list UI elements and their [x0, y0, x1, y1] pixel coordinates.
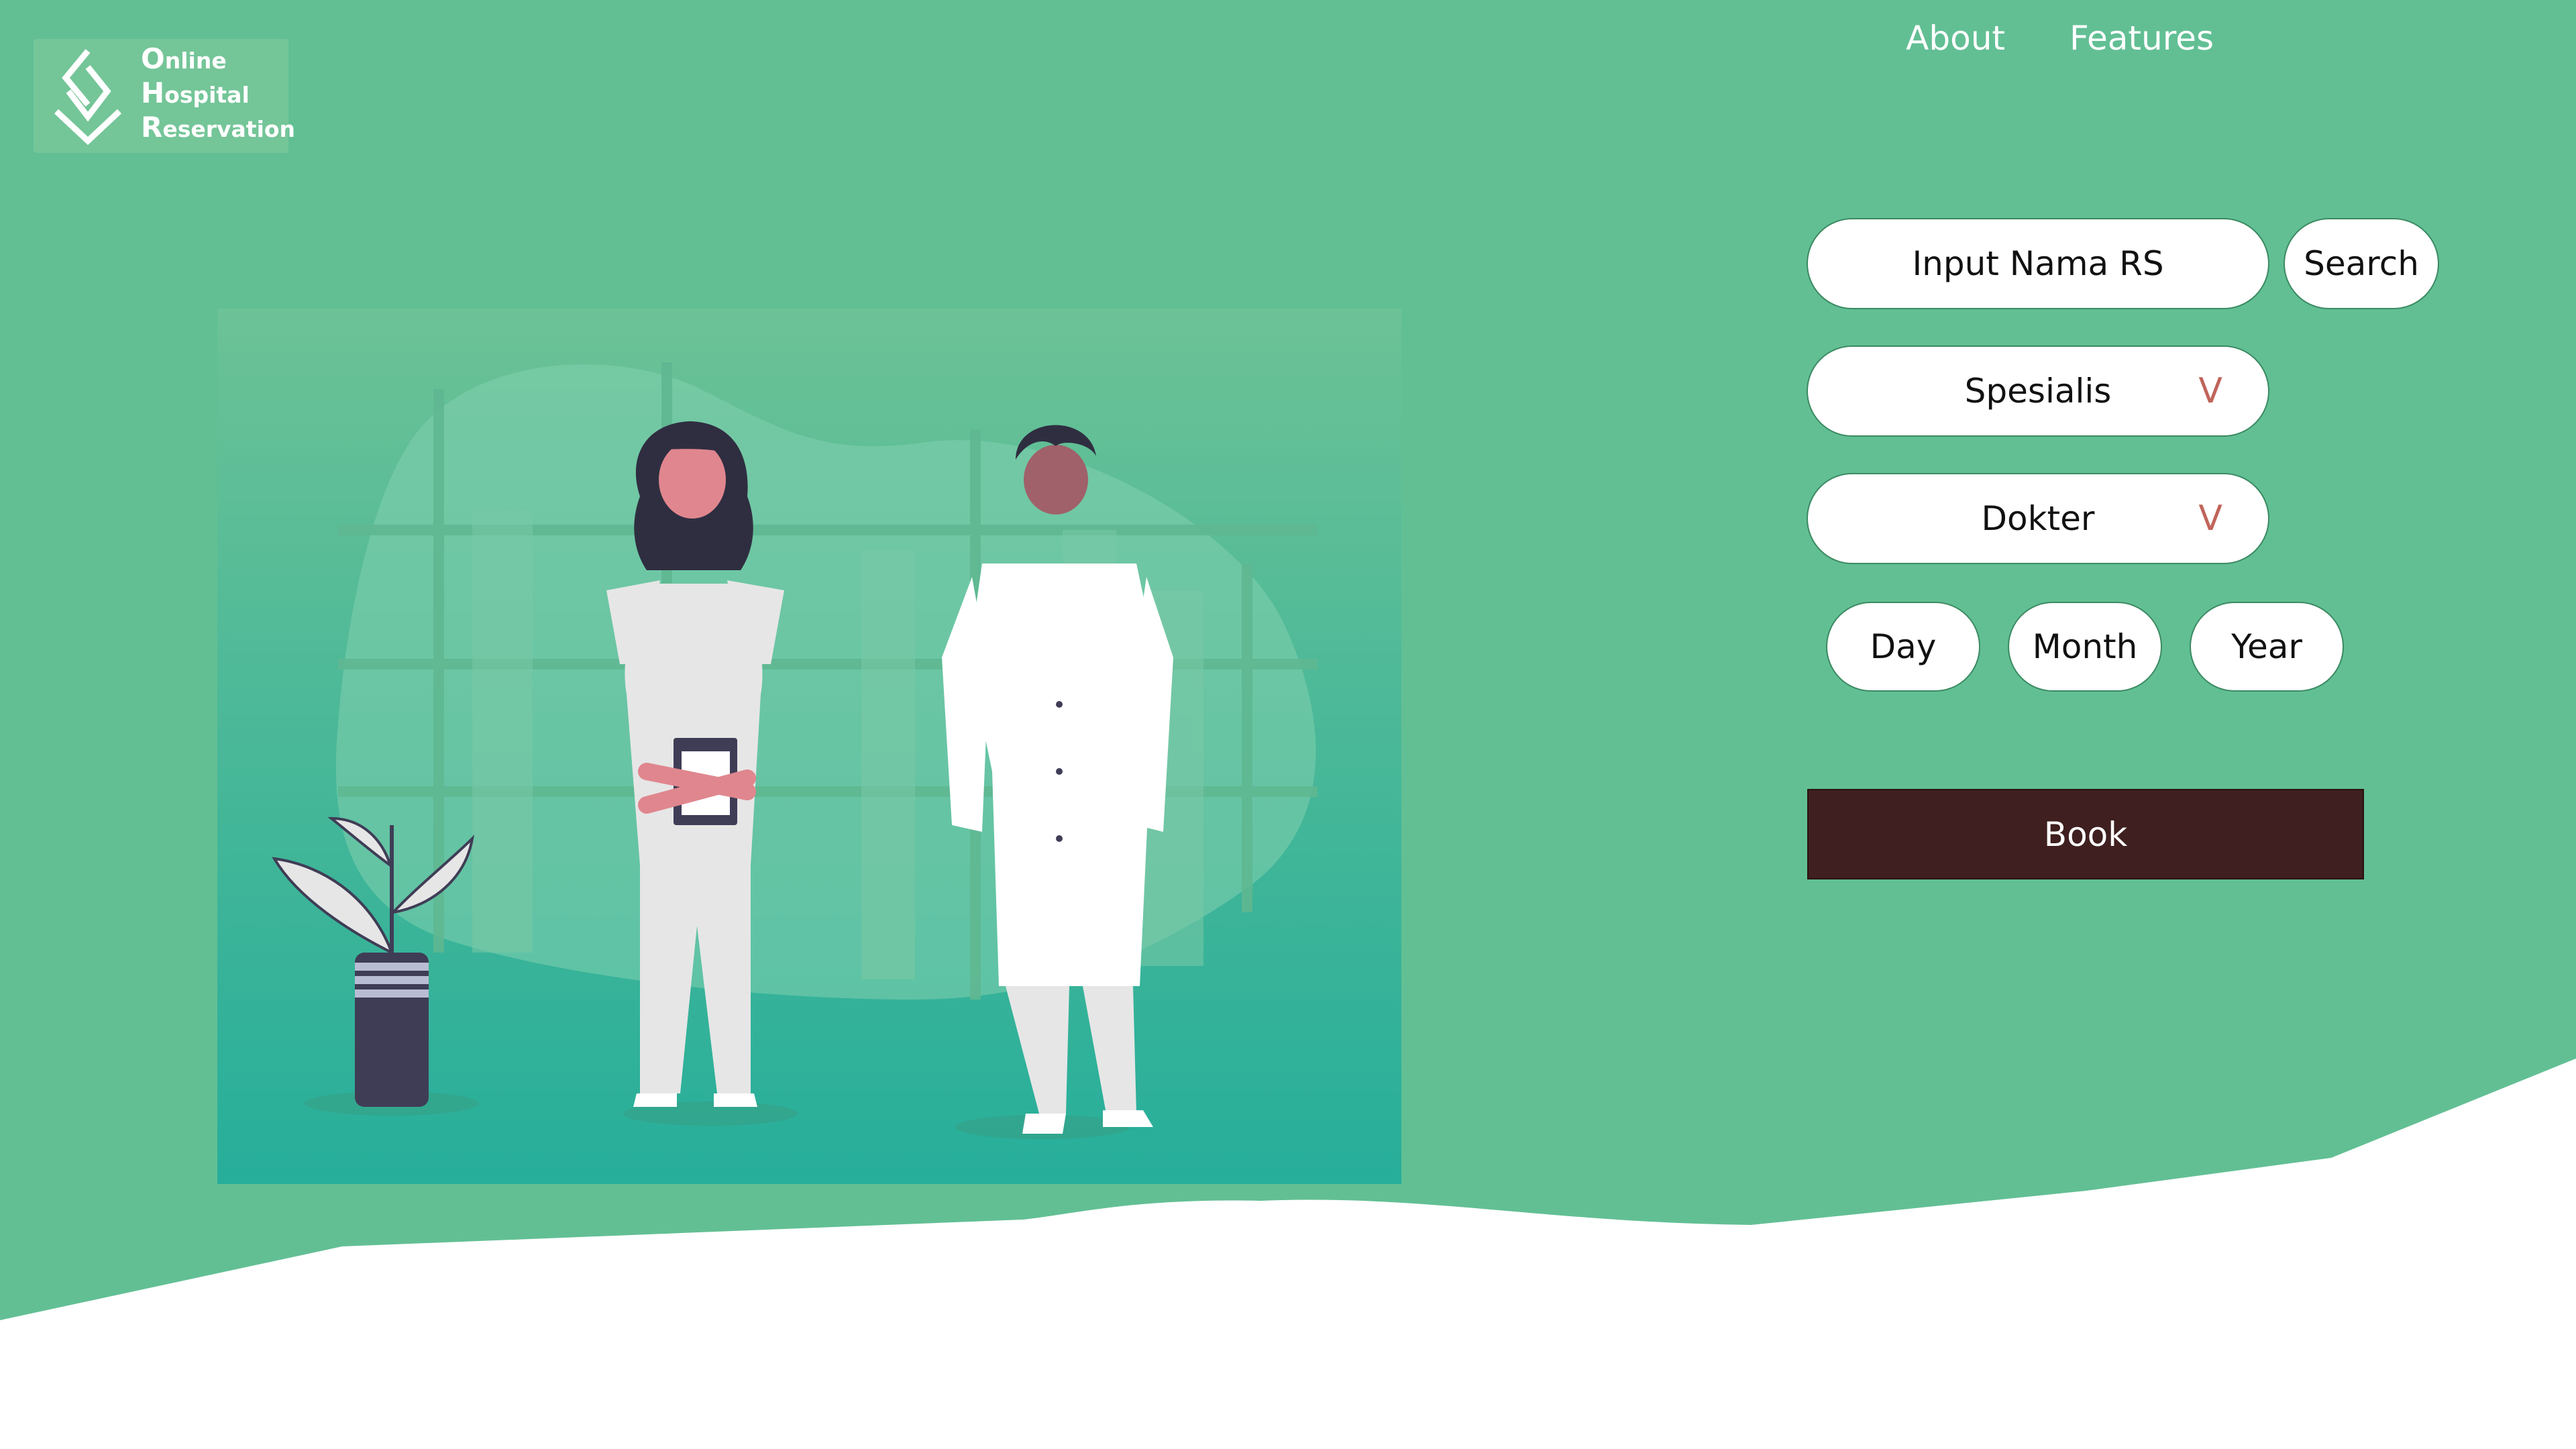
- brand-line-hospital: Hospital: [141, 77, 295, 111]
- chevron-down-icon: V: [2198, 498, 2222, 539]
- brand-line-online: Online: [141, 43, 295, 77]
- book-button[interactable]: Book: [1807, 789, 2364, 879]
- year-select[interactable]: Year: [2190, 602, 2344, 692]
- chevron-down-icon: V: [2198, 371, 2222, 411]
- brand-line-online-rest: nline: [164, 48, 227, 74]
- brand-line-hospital-rest: ospital: [164, 82, 250, 108]
- specialist-select[interactable]: Spesialis V: [1807, 345, 2269, 437]
- day-select[interactable]: Day: [1826, 602, 1980, 692]
- brand-line-hospital-cap: H: [141, 76, 165, 109]
- brand-line-reservation-rest: eservation: [162, 116, 296, 142]
- diamond-check-logo-icon: [54, 49, 122, 145]
- brand-line-reservation-cap: R: [141, 111, 163, 144]
- landing-page: Online Hospital Reservation About Featur…: [0, 0, 2576, 1449]
- doctor-select[interactable]: Dokter V: [1807, 473, 2269, 564]
- nav-features-link[interactable]: Features: [2070, 19, 2214, 58]
- brand-line-reservation: Reservation: [141, 111, 295, 146]
- nav-about-link[interactable]: About: [1906, 19, 2005, 58]
- search-button[interactable]: Search: [2284, 218, 2439, 309]
- doctors-illustration: [217, 309, 1401, 1184]
- month-select[interactable]: Month: [2008, 602, 2162, 692]
- brand-line-online-cap: O: [141, 42, 165, 75]
- hospital-name-input[interactable]: [1807, 218, 2269, 309]
- brand-logo[interactable]: Online Hospital Reservation: [34, 39, 295, 153]
- top-nav: About Features: [1906, 19, 2214, 58]
- brand-name: Online Hospital Reservation: [141, 43, 295, 146]
